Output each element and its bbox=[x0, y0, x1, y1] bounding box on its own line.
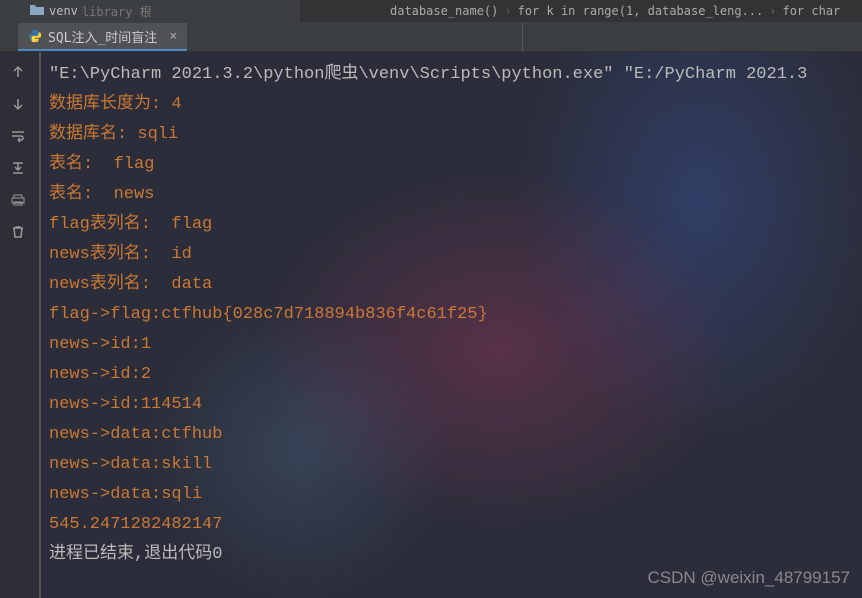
console-line: 进程已结束,退出代码0 bbox=[49, 540, 862, 570]
watermark-text: CSDN @weixin_48799157 bbox=[648, 568, 850, 588]
console-line: flag表列名: flag bbox=[49, 210, 862, 240]
project-folder-name[interactable]: venv bbox=[49, 4, 78, 18]
console-output[interactable]: "E:\PyCharm 2021.3.2\python爬虫\venv\Scrip… bbox=[41, 52, 862, 598]
console-line: news->data:skill bbox=[49, 450, 862, 480]
breadcrumb-item[interactable]: for char bbox=[782, 4, 840, 18]
close-icon[interactable]: × bbox=[169, 29, 177, 44]
tab-bar: SQL注入_时间盲注 × bbox=[0, 22, 862, 52]
console-line: 数据库名: sqli bbox=[49, 120, 862, 150]
top-row: venv library 根 database_name() › for k i… bbox=[0, 0, 862, 22]
scroll-to-end-icon[interactable] bbox=[10, 160, 26, 176]
project-lib-suffix: library 根 bbox=[82, 3, 152, 20]
console-line: 数据库长度为: 4 bbox=[49, 90, 862, 120]
editor-split-divider[interactable] bbox=[522, 22, 523, 52]
tab-label: SQL注入_时间盲注 bbox=[48, 27, 157, 46]
console-line: 545.2471282482147 bbox=[49, 510, 862, 540]
breadcrumb-item[interactable]: for k in range(1, database_leng... bbox=[518, 4, 764, 18]
chevron-right-icon: › bbox=[504, 4, 511, 18]
arrow-down-icon[interactable] bbox=[10, 96, 26, 112]
console-line: news表列名: data bbox=[49, 270, 862, 300]
soft-wrap-icon[interactable] bbox=[10, 128, 26, 144]
trash-icon[interactable] bbox=[10, 224, 26, 240]
print-icon[interactable] bbox=[10, 192, 26, 208]
project-panel: venv library 根 bbox=[0, 0, 300, 22]
arrow-up-icon[interactable] bbox=[10, 64, 26, 80]
console-line: flag->flag:ctfhub{028c7d718894b836f4c61f… bbox=[49, 300, 862, 330]
chevron-right-icon: › bbox=[769, 4, 776, 18]
console-line: "E:\PyCharm 2021.3.2\python爬虫\venv\Scrip… bbox=[49, 60, 862, 90]
console-line: news->data:ctfhub bbox=[49, 420, 862, 450]
console-line: news->id:2 bbox=[49, 360, 862, 390]
tool-gutter bbox=[0, 52, 36, 598]
console-wrap: "E:\PyCharm 2021.3.2\python爬虫\venv\Scrip… bbox=[36, 52, 862, 598]
python-file-icon bbox=[28, 29, 42, 43]
folder-icon bbox=[30, 4, 44, 19]
breadcrumb-item[interactable]: database_name() bbox=[390, 4, 498, 18]
console-line: news->data:sqli bbox=[49, 480, 862, 510]
console-line: news表列名: id bbox=[49, 240, 862, 270]
console-line: 表名: news bbox=[49, 180, 862, 210]
main-area: "E:\PyCharm 2021.3.2\python爬虫\venv\Scrip… bbox=[0, 52, 862, 598]
console-line: news->id:1 bbox=[49, 330, 862, 360]
breadcrumb: database_name() › for k in range(1, data… bbox=[300, 0, 862, 22]
console-line: 表名: flag bbox=[49, 150, 862, 180]
console-line: news->id:114514 bbox=[49, 390, 862, 420]
tab-sql-injection[interactable]: SQL注入_时间盲注 × bbox=[18, 23, 187, 51]
